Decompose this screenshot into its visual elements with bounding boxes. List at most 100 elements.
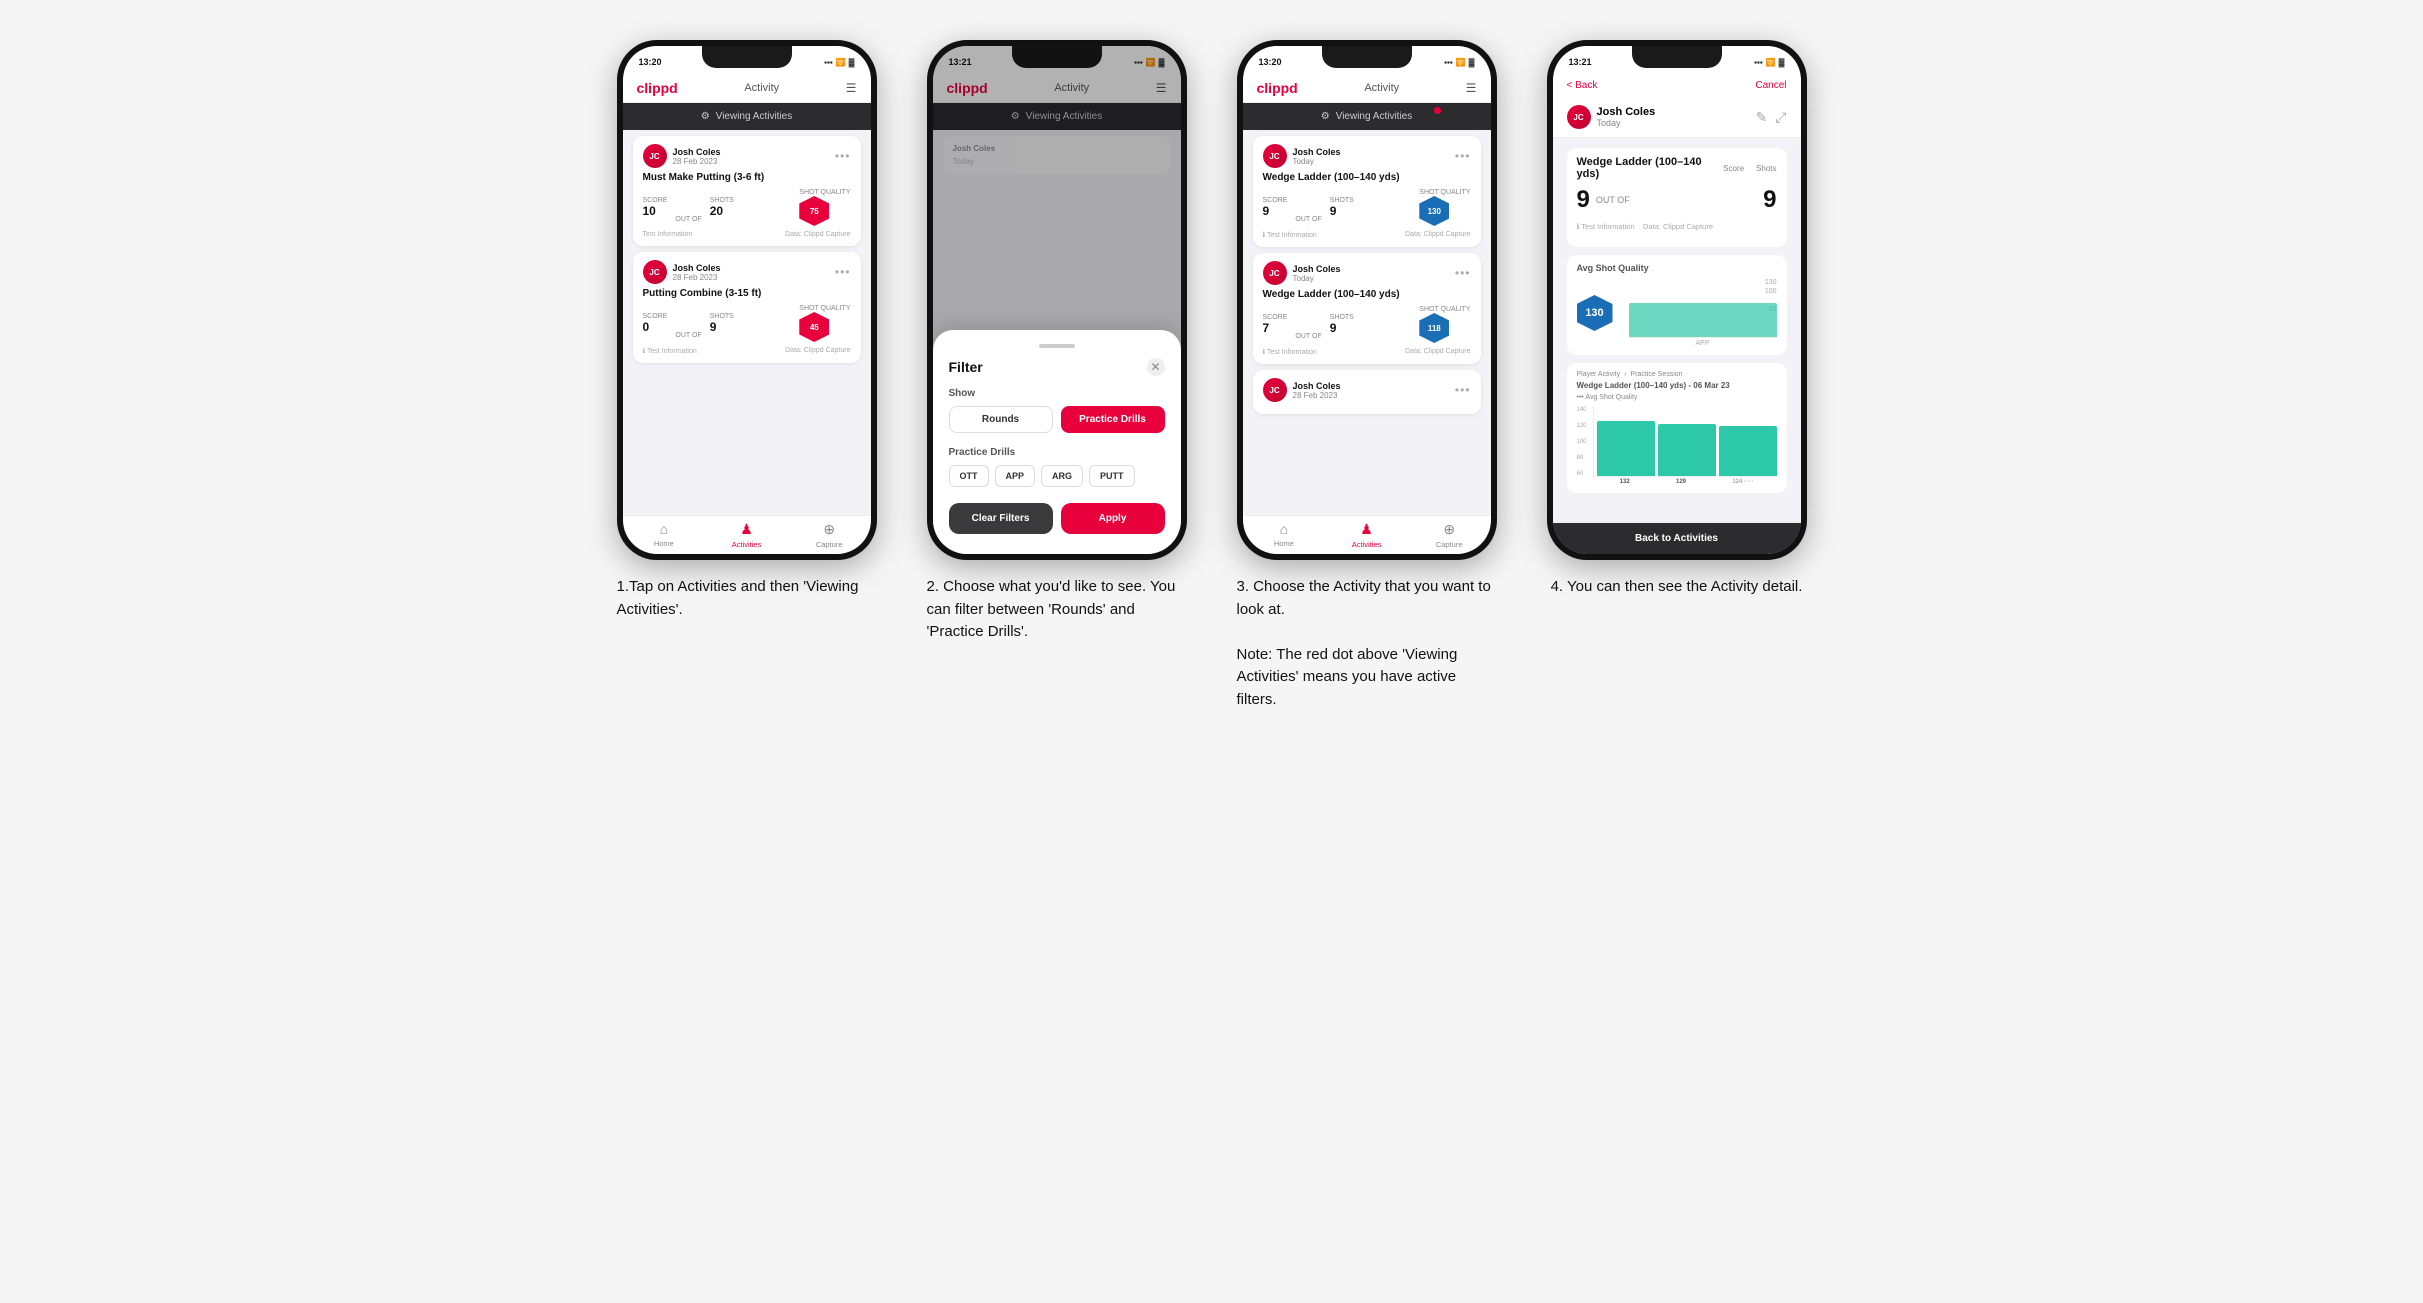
card2-stats-row: Score 0 OUT OF Shots 9 Shot Quality — [643, 305, 851, 342]
phone1-menu-icon[interactable]: ☰ — [846, 81, 857, 95]
phone4-user-info: Josh Coles Today — [1597, 106, 1656, 128]
phone4-score-num: 9 — [1577, 186, 1590, 214]
practice-drills-button[interactable]: Practice Drills — [1061, 406, 1165, 433]
card2-header: JC Josh Coles 28 Feb 2023 ••• — [643, 260, 851, 284]
signal-icon: ▪▪▪ — [1754, 58, 1763, 67]
phone1-tab-capture[interactable]: ⊕ Capture — [788, 516, 871, 554]
p3card1-score-label: Score — [1263, 197, 1288, 204]
phone1-col: 13:20 ▪▪▪ 🛜 ▓ clippd Activity ☰ ⚙ Vie — [607, 40, 887, 621]
phone3-viewing-banner[interactable]: ⚙ Viewing Activities — [1243, 103, 1491, 130]
apply-button[interactable]: Apply — [1061, 503, 1165, 534]
phone1-scroll: JC Josh Coles 28 Feb 2023 ••• Must Make … — [623, 130, 871, 515]
phone1-tab-home[interactable]: ⌂ Home — [623, 516, 706, 554]
phone3-tab-capture[interactable]: ⊕ Capture — [1408, 516, 1491, 554]
card1-hex-badge: 75 — [799, 196, 829, 226]
tab-activities-label: Activities — [732, 540, 762, 549]
tag-arg[interactable]: ARG — [1041, 465, 1083, 487]
card1-quality-label: Shot Quality — [799, 189, 850, 196]
back-to-activities-button[interactable]: Back to Activities — [1553, 523, 1801, 554]
phone4-bar-chart: Player Activity › Practice Session Wedge… — [1567, 363, 1787, 493]
caption2: 2. Choose what you'd like to see. You ca… — [927, 576, 1187, 644]
card2-shots-value: 9 — [710, 320, 734, 334]
phone1-card-2[interactable]: JC Josh Coles 28 Feb 2023 ••• Putting Co… — [633, 252, 861, 363]
p3card1-hex-badge: 130 — [1419, 196, 1449, 226]
p3card1-quality-label: Shot Quality — [1419, 189, 1470, 196]
phone3-notch — [1322, 46, 1412, 68]
wifi-icon: 🛜 — [1766, 58, 1776, 67]
battery-icon: ▓ — [849, 58, 855, 67]
card2-score-label: Score — [643, 313, 668, 320]
phone4-activity-title: Wedge Ladder (100–140 yds) — [1577, 156, 1724, 180]
modal-handle — [1039, 344, 1075, 348]
card2-hex-badge: 45 — [799, 312, 829, 342]
cancel-button[interactable]: Cancel — [1755, 80, 1786, 91]
card1-dots-menu[interactable]: ••• — [835, 149, 851, 163]
modal-close-button[interactable]: ✕ — [1147, 358, 1165, 376]
modal-footer: Clear Filters Apply — [949, 503, 1165, 534]
card2-footer-right: Data: Clippd Capture — [785, 347, 850, 355]
phone4-avatar: JC — [1567, 105, 1591, 129]
card2-dots-menu[interactable]: ••• — [835, 265, 851, 279]
p3card1-avatar-group: JC Josh Coles Today — [1263, 144, 1341, 168]
card1-activity-title: Must Make Putting (3-6 ft) — [643, 172, 851, 183]
p3card2-quality-block: Shot Quality 118 — [1419, 306, 1470, 343]
phone3-banner-text: Viewing Activities — [1336, 111, 1413, 122]
p3card1-header: JC Josh Coles Today ••• — [1263, 144, 1471, 168]
expand-icon[interactable]: ⤢ — [1775, 109, 1786, 126]
phone4-chart-title: Avg Shot Quality — [1577, 263, 1777, 273]
p3card2-shots-block: Shots 9 — [1330, 314, 1354, 335]
clear-filters-button[interactable]: Clear Filters — [949, 503, 1053, 534]
p3card1-shots-value: 9 — [1330, 204, 1354, 218]
phone1-tab-activities[interactable]: ♟ Activities — [705, 516, 788, 554]
phone3-card-3[interactable]: JC Josh Coles 28 Feb 2023 ••• — [1253, 370, 1481, 414]
card2-name: Josh Coles — [673, 263, 721, 273]
phone4-drill-sub: ••• Avg Shot Quality — [1577, 394, 1777, 401]
p3card2-dots-menu[interactable]: ••• — [1455, 266, 1471, 280]
phone4-score-col-label: Score — [1723, 164, 1744, 173]
phone2-filter-modal: Filter ✕ Show Rounds Practice Drills Pra… — [933, 330, 1181, 554]
phone1-nav-title: Activity — [744, 82, 779, 94]
phone1-status-icons: ▪▪▪ 🛜 ▓ — [824, 58, 854, 67]
phone3-card-2[interactable]: JC Josh Coles Today ••• Wedge Ladder (10… — [1253, 253, 1481, 364]
phone1-viewing-banner[interactable]: ⚙ Viewing Activities — [623, 103, 871, 130]
p3card1-footer-left: ℹ Test Information — [1263, 231, 1317, 239]
p3card2-footer-left: ℹ Test Information — [1263, 348, 1317, 356]
phone4-detail-header: < Back Cancel — [1553, 74, 1801, 97]
p3card3-date: 28 Feb 2023 — [1293, 391, 1341, 400]
card1-footer: Test Information Data: Clippd Capture — [643, 231, 851, 238]
tag-ott[interactable]: OTT — [949, 465, 989, 487]
card2-shots-block: Shots 9 — [710, 313, 734, 334]
phone1-card-1[interactable]: JC Josh Coles 28 Feb 2023 ••• Must Make … — [633, 136, 861, 246]
card2-score-value: 0 — [643, 320, 668, 334]
phone3-red-dot — [1434, 107, 1441, 114]
phone3-menu-icon[interactable]: ☰ — [1466, 81, 1477, 95]
bar2 — [1658, 424, 1716, 476]
edit-icon[interactable]: ✎ — [1756, 109, 1768, 126]
tag-putt[interactable]: PUTT — [1089, 465, 1135, 487]
phone3-nav: clippd Activity ☰ — [1243, 74, 1491, 103]
activities-icon: ♟ — [740, 521, 753, 538]
back-button[interactable]: < Back — [1567, 80, 1598, 91]
phone3-status-icons: ▪▪▪ 🛜 ▓ — [1444, 58, 1474, 67]
phone2-col: 13:21 ▪▪▪ 🛜 ▓ clippd Activity ☰ ⚙ Vie — [917, 40, 1197, 644]
phone2-modal-overlay[interactable] — [933, 46, 1181, 354]
card1-shots-block: Shots 20 — [710, 197, 734, 218]
p3card3-dots-menu[interactable]: ••• — [1455, 383, 1471, 397]
tag-app[interactable]: APP — [995, 465, 1036, 487]
card2-activity-title: Putting Combine (3-15 ft) — [643, 288, 851, 299]
rounds-button[interactable]: Rounds — [949, 406, 1053, 433]
card1-quality-block: Shot Quality 75 — [799, 189, 850, 226]
p3card1-dots-menu[interactable]: ••• — [1455, 149, 1471, 163]
phone4-user-name: Josh Coles — [1597, 106, 1656, 118]
caption4: 4. You can then see the Activity detail. — [1551, 576, 1803, 599]
phone3-tab-home[interactable]: ⌂ Home — [1243, 516, 1326, 554]
phone3-tab-activities[interactable]: ♟ Activities — [1325, 516, 1408, 554]
phone3-time: 13:20 — [1259, 57, 1282, 67]
phone1-banner-text: Viewing Activities — [716, 111, 793, 122]
phone4-col: 13:21 ▪▪▪ 🛜 ▓ < Back Cancel JC — [1537, 40, 1817, 599]
p3card2-quality-label: Shot Quality — [1419, 306, 1470, 313]
phone3-card-1[interactable]: JC Josh Coles Today ••• Wedge Ladder (10… — [1253, 136, 1481, 247]
card1-score-value: 10 — [643, 204, 668, 218]
home-icon3: ⌂ — [1280, 521, 1288, 537]
show-label: Show — [949, 388, 1165, 399]
